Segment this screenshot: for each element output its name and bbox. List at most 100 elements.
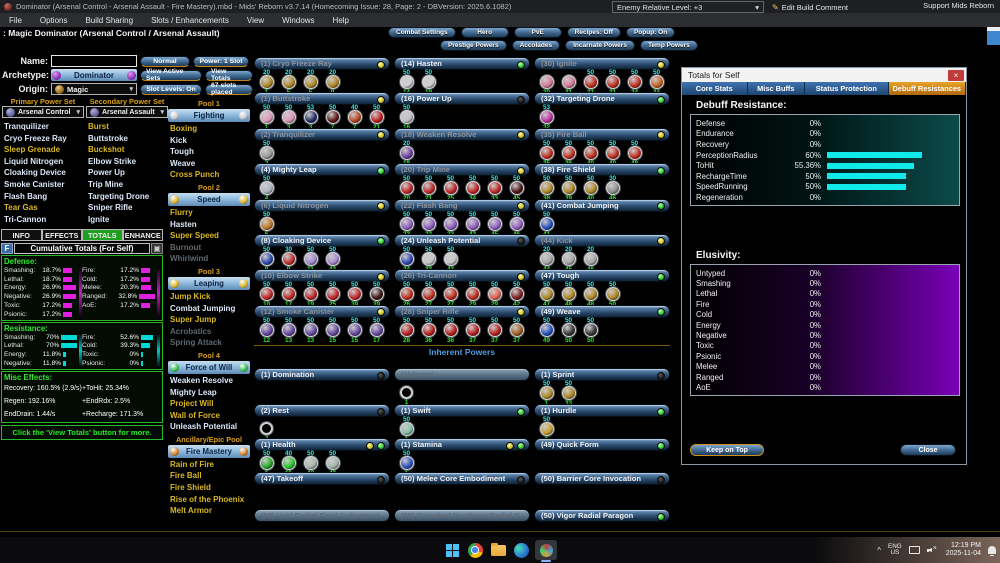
enhancement-icon[interactable] <box>304 323 318 337</box>
enhancement-icon[interactable] <box>444 252 458 266</box>
pool-next-icon[interactable] <box>239 111 248 120</box>
pool-prev-icon[interactable] <box>170 447 179 456</box>
power-bar-10-elbow-strike[interactable]: (10) Elbow Strike <box>254 269 390 282</box>
enhancement-icon[interactable] <box>606 287 620 301</box>
enhancement-icon[interactable] <box>400 456 414 470</box>
enhancement-slot[interactable]: 5013 <box>279 318 298 344</box>
enhancement-icon[interactable] <box>282 456 296 470</box>
powerlist-item-super-jump[interactable]: Super Jump <box>168 314 250 326</box>
enhancement-icon[interactable] <box>304 287 318 301</box>
enhancement-icon[interactable] <box>282 110 296 124</box>
enhancement-icon[interactable] <box>584 252 598 266</box>
pool-prev-icon[interactable] <box>170 363 179 372</box>
primary-set-select[interactable]: Arsenal Control ▾ <box>2 106 84 118</box>
powerlist-item-fire-ball[interactable]: Fire Ball <box>168 470 250 482</box>
enhancement-icon[interactable] <box>326 75 340 89</box>
tab-enhance[interactable]: ENHANCE <box>123 229 164 241</box>
power-bar-16-power-up[interactable]: (16) Power Up <box>394 92 530 105</box>
power-bar-35-fire-ball[interactable]: (35) Fire Ball <box>534 128 670 141</box>
enhancement-icon[interactable] <box>348 323 362 337</box>
enhancement-icon[interactable] <box>562 181 576 195</box>
enhancement-icon[interactable] <box>488 217 502 231</box>
enhancement-icon[interactable] <box>370 323 384 337</box>
close-icon[interactable]: × <box>948 70 964 81</box>
enhancement-icon[interactable] <box>562 386 576 400</box>
pool-next-icon[interactable] <box>239 195 248 204</box>
enhancement-icon[interactable] <box>260 217 274 231</box>
powerlist-item-hasten[interactable]: Hasten <box>168 219 250 231</box>
enhancement-icon[interactable] <box>540 181 554 195</box>
power-bar-1-stamina[interactable]: (1) Stamina <box>394 438 530 451</box>
enhancement-icon[interactable] <box>488 287 502 301</box>
enhancement-icon[interactable] <box>466 181 480 195</box>
enhancement-icon[interactable] <box>562 287 576 301</box>
powerlist-item-buttstroke[interactable]: Buttstroke <box>86 133 170 145</box>
powerlist-item-trip-mine[interactable]: Trip Mine <box>86 179 170 191</box>
enhancement-icon[interactable] <box>260 456 274 470</box>
powerlist-item-liquid-nitrogen[interactable]: Liquid Nitrogen <box>2 156 86 168</box>
enhancement-icon[interactable] <box>444 217 458 231</box>
powerlist-item-combat-jumping[interactable]: Combat Jumping <box>168 303 250 315</box>
pool-prev-icon[interactable] <box>170 279 179 288</box>
enhancement-icon[interactable] <box>584 323 598 337</box>
enhancement-icon[interactable] <box>584 181 598 195</box>
powerlist-item-tear-gas[interactable]: Tear Gas <box>2 202 86 214</box>
enhancement-icon[interactable] <box>260 252 274 266</box>
archetype-next-icon[interactable] <box>127 71 136 80</box>
enhancement-icon[interactable] <box>510 323 524 337</box>
enhancement-icon[interactable] <box>540 75 554 89</box>
power-slot-button[interactable]: Power: 1 Slot <box>193 56 249 67</box>
tab-effects[interactable]: EFFECTS <box>42 229 83 241</box>
powerlist-item-fire-shield[interactable]: Fire Shield <box>168 482 250 494</box>
tab-info[interactable]: INFO <box>1 229 42 241</box>
enhancement-icon[interactable] <box>400 146 414 160</box>
file-explorer-icon[interactable] <box>489 541 507 559</box>
close-button[interactable]: Close <box>900 444 956 456</box>
clock[interactable]: 12:19 PM 2025-11-04 <box>946 542 981 558</box>
enhancement-slot[interactable]: 5017 <box>367 318 386 344</box>
window-tab-debuff-resistances[interactable]: Debuff Resistances <box>889 82 966 95</box>
pool-select-fighting[interactable]: Fighting <box>168 109 250 122</box>
enhancement-icon[interactable] <box>422 75 436 89</box>
power-bar-28-sniper-rifle[interactable]: (28) Sniper Rifle <box>394 305 530 318</box>
power-bar-1-brawl[interactable]: (1) Brawl <box>394 368 530 381</box>
powerlist-item-melt-armor[interactable]: Melt Armor <box>168 505 250 517</box>
enhancement-icon[interactable] <box>260 287 274 301</box>
temp-powers-button[interactable]: Temp Powers <box>640 40 698 51</box>
enhancement-slot[interactable]: 1 <box>397 381 416 406</box>
power-bar-50-melee-core-embodiment[interactable]: (50) Melee Core Embodiment <box>394 472 530 485</box>
power-bar-18-weaken-resolve[interactable]: (18) Weaken Resolve <box>394 128 530 141</box>
enhancement-icon[interactable] <box>628 146 642 160</box>
power-bar-26-tri-cannon[interactable]: (26) Tri-Cannon <box>394 269 530 282</box>
enhancement-icon[interactable] <box>466 217 480 231</box>
enhancement-icon[interactable] <box>326 287 340 301</box>
enhancement-icon[interactable] <box>304 456 318 470</box>
menu-slots-enhancements[interactable]: Slots / Enhancements <box>142 16 238 25</box>
save-icon[interactable]: ▣ <box>151 243 163 254</box>
enhancement-icon[interactable] <box>326 252 340 266</box>
pool-next-icon[interactable] <box>239 279 248 288</box>
accolades-button[interactable]: Accolades <box>512 40 561 51</box>
window-tab-misc-buffs[interactable]: Misc Buffs <box>748 82 806 95</box>
powerlist-item-rise-of-the-phoenix[interactable]: Rise of the Phoenix <box>168 494 250 506</box>
power-bar-47-takeoff[interactable]: (47) Takeoff <box>254 472 390 485</box>
power-bar-41-combat-jumping[interactable]: (41) Combat Jumping <box>534 199 670 212</box>
enhancement-icon[interactable] <box>400 75 414 89</box>
power-bar-22-flash-bang[interactable]: (22) Flash Bang <box>394 199 530 212</box>
enhancement-icon[interactable] <box>444 287 458 301</box>
enhancement-icon[interactable] <box>400 252 414 266</box>
enhancement-icon[interactable] <box>488 181 502 195</box>
support-mids-reborn-link[interactable]: Support Mids Reborn <box>923 1 994 10</box>
enhancement-icon[interactable] <box>562 252 576 266</box>
enhancement-slot[interactable]: 5049 <box>537 318 556 344</box>
pool-prev-icon[interactable] <box>170 111 179 120</box>
powerlist-item-weave[interactable]: Weave <box>168 158 250 170</box>
power-bar-32-targeting-drone[interactable]: (32) Targeting Drone <box>534 92 670 105</box>
powerlist-item-weaken-resolve[interactable]: Weaken Resolve <box>168 375 250 387</box>
keep-on-top-button[interactable]: Keep on Top <box>690 444 764 456</box>
enhancement-icon[interactable] <box>422 252 436 266</box>
enemy-relative-level-select[interactable]: Enemy Relative Level: +3 ▾ <box>612 1 764 13</box>
prestige-powers-button[interactable]: Prestige Powers <box>440 40 507 51</box>
power-bar-38-fire-shield[interactable]: (38) Fire Shield <box>534 163 670 176</box>
enhancement-icon[interactable] <box>348 110 362 124</box>
